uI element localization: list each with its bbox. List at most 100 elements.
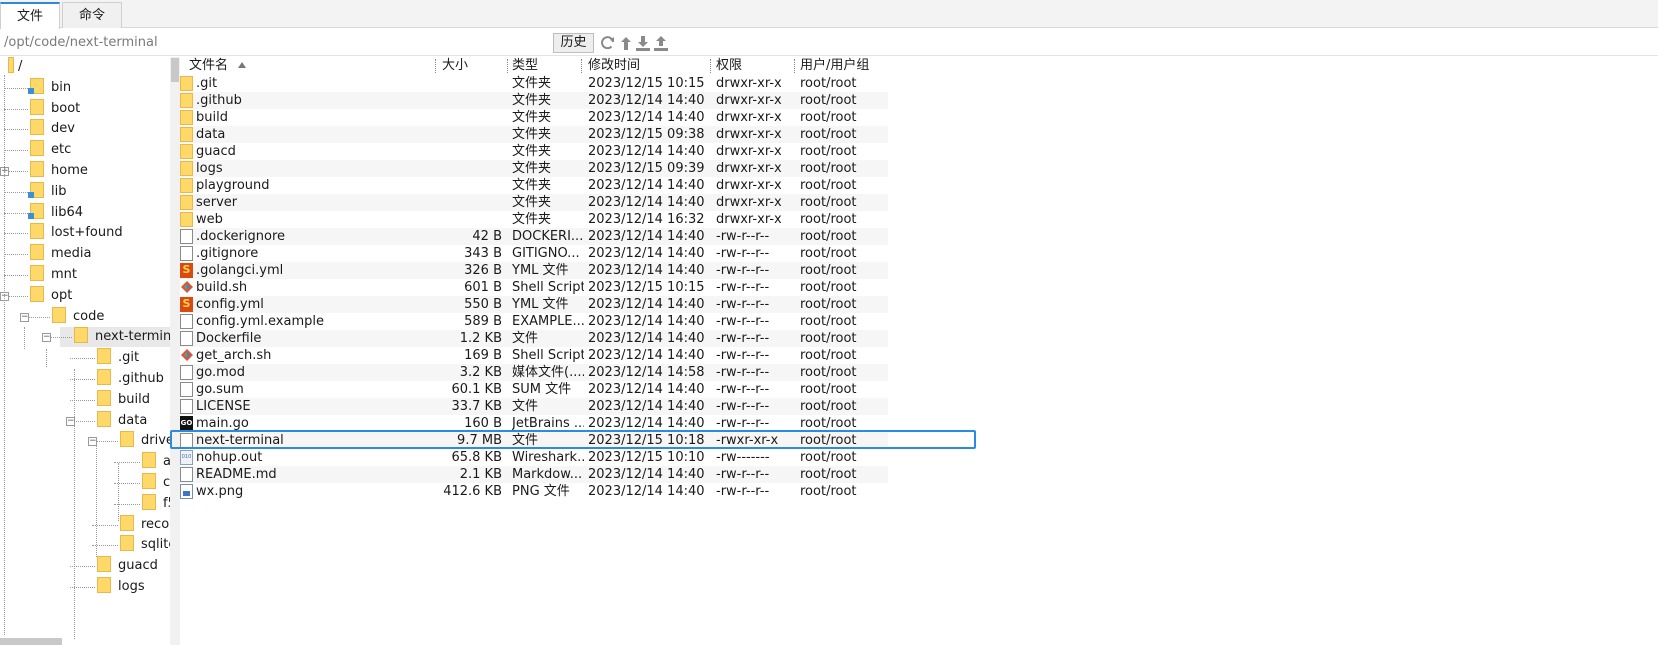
file-row[interactable]: data 文件夹 2023/12/15 09:38 drwxr-xr-x root/ro… [180,126,888,143]
folder-icon [97,348,111,365]
file-row[interactable]: Dockerfile 1.2 KB 文件 2023/12/14 14:40 -rw-r-… [180,330,888,347]
column-header-mtime[interactable]: 修改时间 [588,57,640,75]
file-permissions: -rw-r--r-- [716,246,770,261]
tree-item-label: dev [51,121,75,137]
file-row[interactable]: .git 文件夹 2023/12/15 10:15 drwxr-xr-x root/ro… [180,75,888,92]
file-row[interactable]: build 文件夹 2023/12/14 14:40 drwxr-xr-x root/r… [180,109,888,126]
file-size: 169 B [464,348,502,363]
tab-files[interactable]: 文件 [0,2,60,29]
file-name: main.go [196,416,249,431]
sort-ascending-icon [238,62,247,68]
file-owner: root/root [800,212,857,227]
tree-item[interactable]: ab [0,452,171,472]
download-icon[interactable] [634,34,652,52]
file-mtime: 2023/12/15 09:38 [588,127,705,142]
file-row[interactable]: logs 文件夹 2023/12/15 09:39 drwxr-xr-x root/ro… [180,160,888,177]
tree-item[interactable]: / [0,57,22,77]
file-row[interactable]: wx.png 412.6 KB PNG 文件 2023/12/14 14:40 -rw-… [180,483,888,500]
history-button[interactable]: 历史 [553,33,594,53]
tab-commands[interactable]: 命令 [62,2,122,28]
file-permissions: -rw-r--r-- [716,297,770,312]
tree-item-label: record [141,516,171,532]
collapse-icon[interactable]: − [42,333,51,343]
file-row[interactable]: .gitignore 343 B GITIGNO... 2023/12/14 14:4… [180,245,888,262]
file-size [442,194,502,211]
folder-icon [180,144,193,159]
file-row[interactable]: build.sh 601 B Shell Script 2023/12/15 10:1… [180,279,888,296]
file-row[interactable]: go.mod 3.2 KB 媒体文件(.... 2023/12/14 14:58 -rw… [180,364,888,381]
file-type: 文件夹 [512,127,552,142]
tree-item-label: sqlite [141,537,171,553]
tree-item[interactable]: next-terminal [60,327,171,348]
column-header-name[interactable]: 文件名 [189,57,247,75]
file-permissions: drwxr-xr-x [716,178,782,193]
file-name: logs [196,161,223,176]
file-name: go.sum [196,382,244,397]
file-owner: root/root [800,76,857,91]
tree-item-label: code [73,308,105,324]
column-header-type[interactable]: 类型 [512,57,538,75]
file-row[interactable]: README.md 2.1 KB Markdow... 2023/12/14 14:4… [180,466,888,483]
file-size [442,109,502,126]
tree-item[interactable]: c6 [0,473,171,493]
folder-icon [30,98,44,115]
file-row[interactable]: S .golangci.yml 326 B YML 文件 2023/12/14 14:4… [180,262,888,279]
folder-icon [180,195,193,210]
file-type: 媒体文件(.... [512,365,584,380]
file-row[interactable]: config.yml.example 589 B EXAMPLE... 2023/12… [180,313,888,330]
file-size: 412.6 KB [443,484,502,499]
file-owner: root/root [800,484,857,499]
file-type: EXAMPLE... [512,314,584,329]
file-name: wx.png [196,484,244,499]
column-header-size[interactable]: 大小 [442,57,468,75]
refresh-icon[interactable] [599,34,617,52]
file-row[interactable]: playground 文件夹 2023/12/14 14:40 drwxr-xr-x r… [180,177,888,194]
file-row-selected[interactable]: next-terminal 9.7 MB 文件 2023/12/15 10:18 -rw… [180,432,888,449]
folder-icon [30,244,44,261]
tree-item[interactable]: drive [0,431,171,451]
file-row[interactable]: .github 文件夹 2023/12/14 14:40 drwxr-xr-x root… [180,92,888,109]
file-row[interactable]: GO main.go 160 B JetBrains ... 2023/12/14 14… [180,415,888,432]
collapse-icon[interactable]: − [20,312,29,322]
file-row[interactable]: get_arch.sh 169 B Shell Script 2023/12/14 1… [180,347,888,364]
up-icon[interactable] [617,34,635,52]
tree-item[interactable]: code [0,306,105,327]
file-row[interactable]: guacd 文件夹 2023/12/14 14:40 drwxr-xr-x root/r… [180,143,888,160]
file-mtime: 2023/12/14 14:40 [588,314,705,329]
file-row[interactable]: .dockerignore 42 B DOCKERI... 2023/12/14 14… [180,228,888,245]
file-row[interactable]: web 文件夹 2023/12/14 16:32 drwxr-xr-x root/roo… [180,211,888,228]
file-row[interactable]: LICENSE 33.7 KB 文件 2023/12/14 14:40 -rw-r--r… [180,398,888,415]
file-mtime: 2023/12/14 14:40 [588,229,705,244]
file-type: 文件夹 [512,93,552,108]
file-owner: root/root [800,331,857,346]
file-name: server [196,195,238,210]
folder-icon [120,535,134,552]
file-size: 550 B [464,297,502,312]
file-permissions: drwxr-xr-x [716,93,782,108]
column-header-owner[interactable]: 用户/用户组 [800,57,869,75]
file-row[interactable]: Sconfig.yml 550 B YML 文件 2023/12/14 14:40 -r… [180,296,888,313]
file-row[interactable]: go.sum 60.1 KB SUM 文件 2023/12/14 14:40 -rw-r… [180,381,888,398]
tree-horizontal-scrollbar[interactable] [0,638,62,645]
tree-item[interactable]: sqlite [0,535,171,555]
file-row[interactable]: server 文件夹 2023/12/14 14:40 drwxr-xr-x root/… [180,194,888,211]
file-name: .dockerignore [196,229,286,244]
file-permissions: -rw-r--r-- [716,280,770,295]
column-header-name-label: 文件名 [189,58,229,73]
tree-scrollbar[interactable] [170,57,180,645]
folder-icon [97,389,111,406]
file-size: 601 B [464,280,502,295]
tree-item[interactable]: f5 [0,493,171,514]
file-type: 文件夹 [512,76,552,91]
path-input[interactable] [4,32,549,53]
folder-icon [180,161,193,176]
folder-icon [142,473,156,489]
file-icon [180,365,193,380]
tree-item[interactable]: record [0,514,171,535]
file-name: build [196,110,228,125]
file-permissions: -rw-r--r-- [716,416,770,431]
column-header-permissions[interactable]: 权限 [716,57,742,75]
file-size [442,143,502,160]
upload-icon[interactable] [652,34,670,52]
file-row[interactable]: 010 nohup.out 65.8 KB Wireshark... 2023/12/1… [180,449,888,466]
